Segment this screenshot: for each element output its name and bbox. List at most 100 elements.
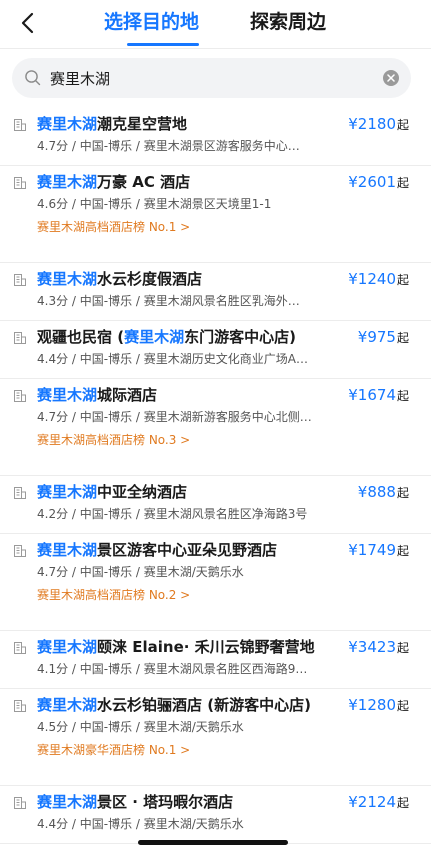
result-name-highlight: 赛里木湖 bbox=[124, 328, 185, 346]
clear-search-button[interactable] bbox=[383, 70, 399, 86]
result-name-rest: 水云杉度假酒店 bbox=[97, 270, 203, 288]
result-name-prefix: 观疆也民宿 ( bbox=[37, 328, 125, 346]
result-name: 赛里木湖城际酒店 bbox=[37, 385, 157, 405]
tab-explore-nearby[interactable]: 探索周边 bbox=[250, 8, 326, 44]
price-suffix: 起 bbox=[396, 486, 409, 500]
result-meta: 4.1分 / 中国-博乐 / 赛里木湖风景名胜区西海路9… bbox=[37, 662, 308, 676]
result-meta: 4.7分 / 中国-博乐 / 赛里木湖新游客服务中心北侧… bbox=[37, 410, 312, 424]
result-meta: 4.4分 / 中国-博乐 / 赛里木湖/天鹅乐水 bbox=[37, 817, 244, 831]
ranking-link[interactable]: 赛里木湖高档酒店榜 No.3 > bbox=[37, 432, 190, 448]
result-price: ¥1749起 bbox=[348, 540, 409, 561]
result-meta: 4.7分 / 中国-博乐 / 赛里木湖景区游客服务中心… bbox=[37, 139, 300, 153]
result-price: ¥888起 bbox=[358, 482, 409, 503]
result-name-highlight: 赛里木湖 bbox=[37, 270, 98, 288]
tab-select-destination[interactable]: 选择目的地 bbox=[104, 8, 199, 44]
price-suffix: 起 bbox=[396, 641, 409, 655]
result-name: 赛里木湖水云杉度假酒店 bbox=[37, 269, 202, 289]
result-meta: 4.5分 / 中国-博乐 / 赛里木湖/天鹅乐水 bbox=[37, 720, 244, 734]
result-item[interactable]: 赛里木湖水云杉铂骊酒店 (新游客中心店) ¥1280起 4.5分 / 中国-博乐 /… bbox=[0, 689, 431, 786]
price-suffix: 起 bbox=[396, 544, 409, 558]
building-icon bbox=[14, 332, 26, 344]
result-name-highlight: 赛里木湖 bbox=[37, 173, 98, 191]
result-price: ¥2601起 bbox=[348, 172, 409, 193]
result-name-highlight: 赛里木湖 bbox=[37, 696, 98, 714]
price-suffix: 起 bbox=[396, 389, 409, 403]
price-suffix: 起 bbox=[396, 331, 409, 345]
result-item[interactable]: 赛里木湖万豪 AC 酒店 ¥2601起 4.6分 / 中国-博乐 / 赛里木湖景区天… bbox=[0, 166, 431, 263]
header-divider bbox=[0, 48, 431, 49]
ranking-link[interactable]: 赛里木湖高档酒店榜 No.2 > bbox=[37, 587, 190, 603]
price-value: ¥1240 bbox=[348, 270, 396, 288]
result-item[interactable]: 赛里木湖潮克星空营地 ¥2180起 4.7分 / 中国-博乐 / 赛里木湖景区游客服… bbox=[0, 108, 431, 166]
building-icon bbox=[14, 119, 26, 131]
price-suffix: 起 bbox=[396, 796, 409, 810]
ranking-link[interactable]: 赛里木湖高档酒店榜 No.1 > bbox=[37, 219, 190, 235]
result-name-rest: 中亚全纳酒店 bbox=[97, 483, 188, 501]
result-price: ¥1674起 bbox=[348, 385, 409, 406]
result-name-rest: 水云杉铂骊酒店 (新游客中心店) bbox=[97, 696, 311, 714]
result-meta: 4.3分 / 中国-博乐 / 赛里木湖风景名胜区乳海外… bbox=[37, 294, 300, 308]
price-value: ¥3423 bbox=[348, 638, 396, 656]
result-price: ¥1240起 bbox=[348, 269, 409, 290]
ranking-link[interactable]: 赛里木湖豪华酒店榜 No.1 > bbox=[37, 742, 190, 758]
result-item[interactable]: 观疆也民宿 (赛里木湖东门游客中心店) ¥975起 4.4分 / 中国-博乐 / 赛… bbox=[0, 321, 431, 379]
price-value: ¥2180 bbox=[348, 115, 396, 133]
result-price: ¥3423起 bbox=[348, 637, 409, 658]
result-name: 赛里木湖潮克星空营地 bbox=[37, 114, 187, 134]
result-item[interactable]: 赛里木湖水云杉度假酒店 ¥1240起 4.3分 / 中国-博乐 / 赛里木湖风景名胜… bbox=[0, 263, 431, 321]
back-button[interactable] bbox=[12, 8, 42, 38]
result-name-highlight: 赛里木湖 bbox=[37, 386, 98, 404]
price-suffix: 起 bbox=[396, 273, 409, 287]
building-icon bbox=[14, 274, 26, 286]
result-price: ¥975起 bbox=[358, 327, 409, 348]
result-meta: 4.2分 / 中国-博乐 / 赛里木湖风景名胜区净海路3号 bbox=[37, 507, 308, 521]
price-value: ¥1674 bbox=[348, 386, 396, 404]
top-nav-bar: 选择目的地 探索周边 bbox=[0, 0, 431, 48]
result-name-rest: 颐涞 Elaine· 禾川云锦野奢营地 bbox=[97, 638, 315, 656]
building-icon bbox=[14, 487, 26, 499]
result-meta: 4.4分 / 中国-博乐 / 赛里木湖历史文化商业广场A… bbox=[37, 352, 308, 366]
home-indicator bbox=[138, 840, 288, 845]
result-meta: 4.7分 / 中国-博乐 / 赛里木湖/天鹅乐水 bbox=[37, 565, 244, 579]
result-name-highlight: 赛里木湖 bbox=[37, 793, 98, 811]
result-name-rest: 潮克星空营地 bbox=[97, 115, 188, 133]
active-tab-indicator bbox=[127, 43, 199, 46]
result-item[interactable]: 赛里木湖城际酒店 ¥1674起 4.7分 / 中国-博乐 / 赛里木湖新游客服务中心… bbox=[0, 379, 431, 476]
result-name: 观疆也民宿 (赛里木湖东门游客中心店) bbox=[37, 327, 296, 347]
building-icon bbox=[14, 390, 26, 402]
result-item[interactable]: 赛里木湖景区游客中心亚朵见野酒店 ¥1749起 4.7分 / 中国-博乐 / 赛里木… bbox=[0, 534, 431, 631]
result-name-rest: 景区 · 塔玛暇尔酒店 bbox=[97, 793, 234, 811]
result-name-rest: 景区游客中心亚朵见野酒店 bbox=[97, 541, 278, 559]
building-icon bbox=[14, 797, 26, 809]
result-price: ¥2180起 bbox=[348, 114, 409, 135]
result-name: 赛里木湖中亚全纳酒店 bbox=[37, 482, 187, 502]
result-name-highlight: 赛里木湖 bbox=[37, 483, 98, 501]
chevron-left-icon bbox=[21, 12, 34, 34]
price-value: ¥2124 bbox=[348, 793, 396, 811]
price-value: ¥1280 bbox=[348, 696, 396, 714]
result-name-highlight: 赛里木湖 bbox=[37, 638, 98, 656]
result-name: 赛里木湖颐涞 Elaine· 禾川云锦野奢营地 bbox=[37, 637, 315, 657]
search-bar[interactable] bbox=[12, 58, 411, 98]
result-name: 赛里木湖水云杉铂骊酒店 (新游客中心店) bbox=[37, 695, 311, 715]
search-input[interactable] bbox=[50, 69, 383, 87]
price-value: ¥975 bbox=[357, 328, 396, 346]
result-name-rest: 万豪 AC 酒店 bbox=[97, 173, 191, 191]
result-item[interactable]: 赛里木湖中亚全纳酒店 ¥888起 4.2分 / 中国-博乐 / 赛里木湖风景名胜区净… bbox=[0, 476, 431, 534]
search-icon bbox=[25, 70, 41, 86]
close-icon bbox=[387, 74, 395, 82]
price-value: ¥888 bbox=[357, 483, 396, 501]
result-name: 赛里木湖景区游客中心亚朵见野酒店 bbox=[37, 540, 277, 560]
price-suffix: 起 bbox=[396, 176, 409, 190]
building-icon bbox=[14, 545, 26, 557]
building-icon bbox=[14, 177, 26, 189]
result-name: 赛里木湖景区 · 塔玛暇尔酒店 bbox=[37, 792, 233, 812]
price-value: ¥2601 bbox=[348, 173, 396, 191]
price-value: ¥1749 bbox=[348, 541, 396, 559]
result-item[interactable]: 赛里木湖颐涞 Elaine· 禾川云锦野奢营地 ¥3423起 4.1分 / 中国-博… bbox=[0, 631, 431, 689]
result-price: ¥2124起 bbox=[348, 792, 409, 813]
price-suffix: 起 bbox=[396, 118, 409, 132]
result-item[interactable]: 赛里木湖景区 · 塔玛暇尔酒店 ¥2124起 4.4分 / 中国-博乐 / 赛里木湖… bbox=[0, 786, 431, 844]
price-suffix: 起 bbox=[396, 699, 409, 713]
result-name-rest: 东门游客中心店) bbox=[184, 328, 296, 346]
